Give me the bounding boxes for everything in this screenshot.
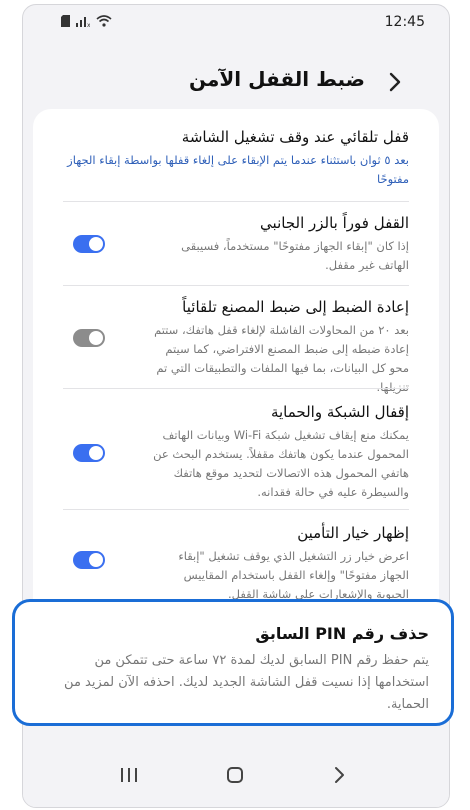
toggle-switch[interactable]	[73, 235, 105, 253]
status-icons: x	[61, 15, 112, 27]
setting-lock-side-key[interactable]: القفل فوراً بالزر الجانبي إذا كان "إبقاء…	[33, 213, 439, 283]
home-icon[interactable]	[223, 763, 247, 787]
back-icon[interactable]	[327, 763, 351, 787]
divider	[63, 388, 409, 389]
recent-apps-icon[interactable]	[117, 763, 141, 787]
toggle-knob	[89, 237, 103, 251]
signal-icon: x	[76, 17, 90, 27]
setting-title: قفل تلقائي عند وقف تشغيل الشاشة	[181, 128, 409, 146]
status-bar: x 12:45	[23, 5, 449, 39]
divider	[63, 509, 409, 510]
sd-card-icon	[61, 15, 70, 27]
setting-description: إذا كان "إبقاء الجهاز مفتوحًا" مستخدماً،…	[181, 239, 409, 272]
setting-description: يمكنك منع إيقاف تشغيل شبكة Wi-Fi وبيانات…	[153, 428, 409, 499]
setting-description: اعرض خيار زر التشغيل الذي يوقف تشغيل "إب…	[178, 549, 409, 601]
divider	[63, 285, 409, 286]
setting-lock-network-security[interactable]: إقفال الشبكة والحماية يمكنك منع إيقاف تش…	[33, 402, 439, 508]
setting-auto-lock[interactable]: قفل تلقائي عند وقف تشغيل الشاشة بعد ٥ ثو…	[33, 127, 439, 201]
wifi-icon	[96, 15, 112, 27]
delete-previous-pin-option[interactable]: حذف رقم PIN السابق يتم حفظ رقم PIN الساب…	[12, 599, 454, 726]
setting-title: إظهار خيار التأمين	[297, 524, 409, 542]
page-title: ضبط القفل الآمن	[189, 67, 365, 91]
setting-auto-factory-reset[interactable]: إعادة الضبط إلى ضبط المصنع تلقائياً بعد …	[33, 297, 439, 394]
toggle-knob	[89, 331, 103, 345]
svg-text:x: x	[87, 22, 90, 27]
status-time: 12:45	[384, 14, 425, 30]
navigation-bar	[23, 741, 449, 807]
divider	[63, 201, 409, 202]
toggle-switch[interactable]	[73, 444, 105, 462]
setting-title: القفل فوراً بالزر الجانبي	[260, 214, 409, 232]
chevron-right-icon[interactable]	[385, 71, 405, 93]
toggle-switch[interactable]	[73, 551, 105, 569]
header: ضبط القفل الآمن	[23, 57, 449, 107]
setting-description: بعد ٥ ثوان باستثناء عندما يتم الإبقاء عل…	[67, 153, 409, 186]
setting-description: بعد ٢٠ من المحاولات الفاشلة لإلغاء قفل ه…	[154, 323, 409, 394]
toggle-switch[interactable]	[73, 329, 105, 347]
delete-pin-title: حذف رقم PIN السابق	[255, 624, 429, 643]
setting-title: إقفال الشبكة والحماية	[270, 403, 409, 421]
toggle-knob	[89, 446, 103, 460]
setting-title: إعادة الضبط إلى ضبط المصنع تلقائياً	[182, 298, 409, 316]
toggle-knob	[89, 553, 103, 567]
delete-pin-description: يتم حفظ رقم PIN السابق لديك لمدة ٧٢ ساعة…	[64, 653, 429, 712]
